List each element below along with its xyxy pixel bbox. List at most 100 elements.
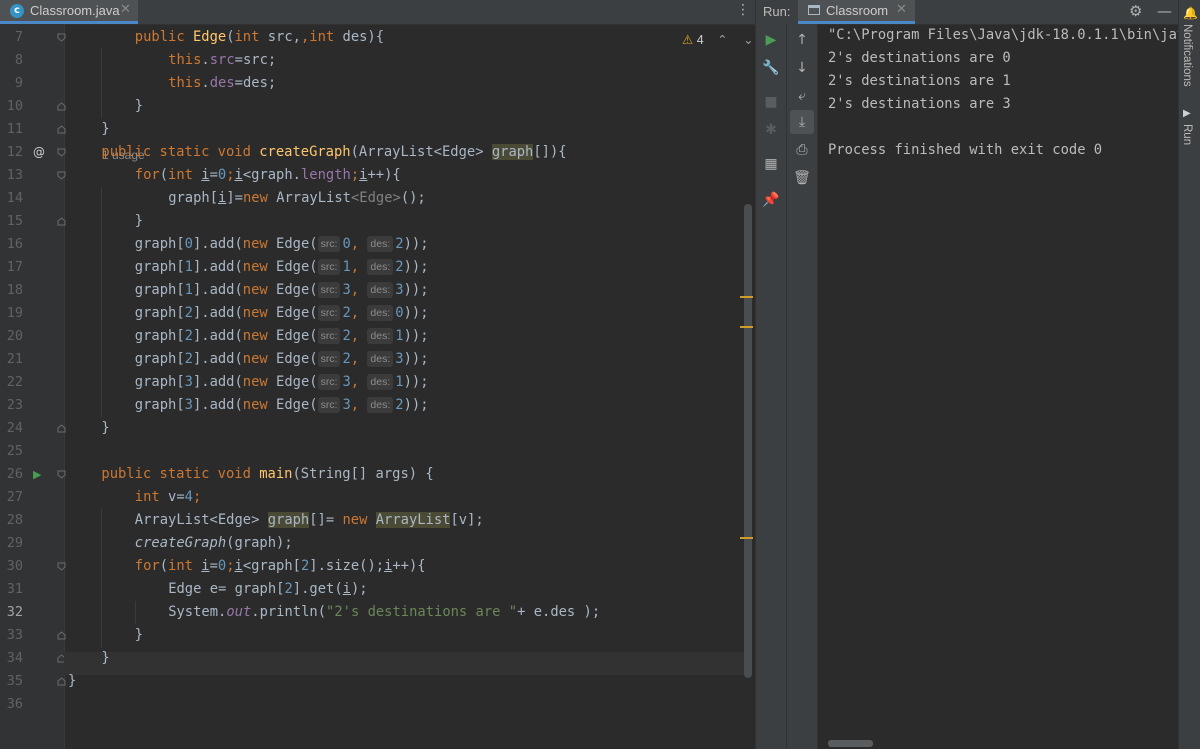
run-stripe-button[interactable]: Run: [1181, 124, 1193, 145]
warning-marker[interactable]: [740, 326, 753, 328]
param-hint-src: src:: [317, 351, 341, 367]
code-token: Edge(: [267, 305, 318, 321]
code-area[interactable]: 1 usage public Edge(int src,,int des){th…: [64, 24, 744, 749]
code-line[interactable]: this.src=src;: [168, 49, 276, 72]
code-token: ,: [350, 305, 368, 321]
debug-icon[interactable]: ✱: [756, 118, 786, 142]
soft-wrap-icon[interactable]: ⤶: [787, 84, 817, 108]
tab-classroom-java[interactable]: c Classroom.java ✕: [0, 0, 138, 24]
print-icon[interactable]: ⎙: [787, 138, 817, 162]
code-line[interactable]: int v=4;: [135, 486, 201, 509]
warning-marker[interactable]: [740, 296, 753, 298]
code-token: ));: [403, 259, 429, 275]
warning-marker[interactable]: [740, 537, 753, 539]
code-token: 0: [342, 236, 351, 252]
java-class-icon: c: [10, 4, 24, 18]
code-line[interactable]: }: [135, 95, 143, 118]
code-line-add-edge[interactable]: graph[3].add(new Edge(src: 3, des: 1));: [135, 371, 429, 394]
scroll-to-end-icon[interactable]: ⤓: [790, 110, 814, 134]
code-line[interactable]: public static void createGraph(ArrayList…: [101, 141, 567, 164]
code-token: =: [209, 558, 218, 574]
code-token: ].add(: [192, 328, 243, 344]
notifications-stripe-button[interactable]: Notifications: [1181, 24, 1193, 87]
indent-guide: [101, 49, 102, 118]
code-line[interactable]: System.out.println("2's destinations are…: [168, 601, 600, 624]
tab-classroom-run[interactable]: Classroom ✕: [798, 0, 915, 24]
line-number: 17: [6, 259, 23, 275]
line-number: 30: [6, 558, 23, 574]
code-line[interactable]: }: [101, 647, 109, 670]
code-line[interactable]: createGraph(graph);: [135, 532, 293, 555]
arrow-down-icon[interactable]: ↓: [787, 56, 817, 80]
code-token: i: [342, 581, 351, 597]
code-token: i: [201, 558, 210, 574]
code-line[interactable]: public static void main(String[] args) {: [101, 463, 433, 486]
minimize-icon[interactable]: —: [1157, 2, 1172, 20]
line-number: 16: [6, 236, 23, 252]
wrench-icon[interactable]: 🔧: [756, 56, 786, 80]
line-number: 29: [6, 535, 23, 551]
code-line-add-edge[interactable]: graph[2].add(new Edge(src: 2, des: 1));: [135, 325, 429, 348]
more-options-icon[interactable]: ⋮: [736, 2, 750, 18]
code-line[interactable]: Edge e= graph[2].get(i);: [168, 578, 367, 601]
code-line-add-edge[interactable]: graph[2].add(new Edge(src: 2, des: 3));: [135, 348, 429, 371]
code-line-add-edge[interactable]: graph[1].add(new Edge(src: 3, des: 3));: [135, 279, 429, 302]
close-icon[interactable]: ✕: [120, 2, 131, 17]
console-line[interactable]: 2's destinations are 3: [828, 93, 1011, 116]
code-line[interactable]: this.des=des;: [168, 72, 276, 95]
code-token: }: [101, 650, 110, 666]
close-icon[interactable]: ✕: [896, 2, 907, 17]
code-token: createGraph: [259, 144, 351, 160]
code-token: 0: [217, 558, 227, 574]
code-line-add-edge[interactable]: graph[3].add(new Edge(src: 3, des: 2));: [135, 394, 429, 417]
chevron-up-icon[interactable]: ⌃: [717, 33, 727, 47]
code-line[interactable]: }: [135, 210, 143, 233]
chevron-down-icon[interactable]: ⌄: [743, 33, 753, 47]
console-output[interactable]: "C:\Program Files\Java\jdk-18.0.1.1\bin\…: [828, 24, 1179, 749]
console-line[interactable]: "C:\Program Files\Java\jdk-18.0.1.1\bin\…: [828, 24, 1179, 47]
run-main-icon[interactable]: ▶: [33, 463, 41, 486]
line-number: 12: [6, 144, 23, 160]
code-line[interactable]: for(int i=0;i<graph.length;i++){: [135, 164, 401, 187]
console-scrollbar[interactable]: [828, 740, 873, 747]
override-marker-icon[interactable]: @: [33, 141, 45, 164]
code-line[interactable]: ArrayList<Edge> graph[]= new ArrayList[v…: [135, 509, 484, 532]
rerun-icon[interactable]: ▶: [756, 28, 786, 52]
code-line[interactable]: }: [135, 624, 143, 647]
bell-icon[interactable]: 🔔: [1183, 6, 1198, 20]
console-line[interactable]: 2's destinations are 0: [828, 47, 1011, 70]
run-stripe-icon[interactable]: ▶: [1183, 108, 1191, 119]
trash-icon[interactable]: 🗑: [787, 166, 817, 190]
code-token: System.: [168, 604, 227, 620]
code-token: new: [242, 374, 268, 390]
code-line[interactable]: for(int i=0;i<graph[2].size();i++){: [135, 555, 426, 578]
warning-count: 4: [696, 33, 704, 47]
code-line[interactable]: }: [68, 670, 76, 693]
code-token: Edge(: [267, 328, 318, 344]
code-line[interactable]: public Edge(int src,,int des){: [135, 26, 384, 49]
console-line[interactable]: Process finished with exit code 0: [828, 139, 1102, 162]
code-line-add-edge[interactable]: graph[2].add(new Edge(src: 2, des: 0));: [135, 302, 429, 325]
code-line[interactable]: graph[i]=new ArrayList<Edge>();: [168, 187, 426, 210]
line-number-gutter: 7 8 9 10 11 12 13 14 15 16 17 18 19 20 21 22 23 24 25 26 27 2…: [0, 24, 66, 749]
code-line[interactable]: }: [101, 417, 109, 440]
code-token: Edge(: [267, 351, 318, 367]
run-header: Run: Classroom ✕ ⚙ —: [756, 0, 1179, 25]
code-line[interactable]: }: [101, 118, 109, 141]
code-token: new: [242, 236, 268, 252]
code-token: public static void: [101, 144, 251, 160]
inspection-widget[interactable]: ⚠ 4 ⌃ ⌄: [682, 32, 754, 47]
line-number: 10: [6, 98, 23, 114]
code-line-add-edge[interactable]: graph[1].add(new Edge(src: 1, des: 2));: [135, 256, 429, 279]
pin-icon[interactable]: 📌: [756, 188, 786, 212]
code-token: ));: [403, 236, 429, 252]
code-token: ,: [350, 351, 368, 367]
stop-icon[interactable]: ■: [756, 90, 786, 114]
console-line[interactable]: 2's destinations are 1: [828, 70, 1011, 93]
code-line-add-edge[interactable]: graph[0].add(new Edge(src: 0, des: 2));: [135, 233, 429, 256]
layout-icon[interactable]: ▦: [756, 152, 786, 176]
editor-scrollbar[interactable]: [744, 204, 752, 678]
gear-icon[interactable]: ⚙: [1129, 2, 1142, 20]
arrow-up-icon[interactable]: ↑: [787, 28, 817, 52]
code-token: 2: [342, 351, 351, 367]
